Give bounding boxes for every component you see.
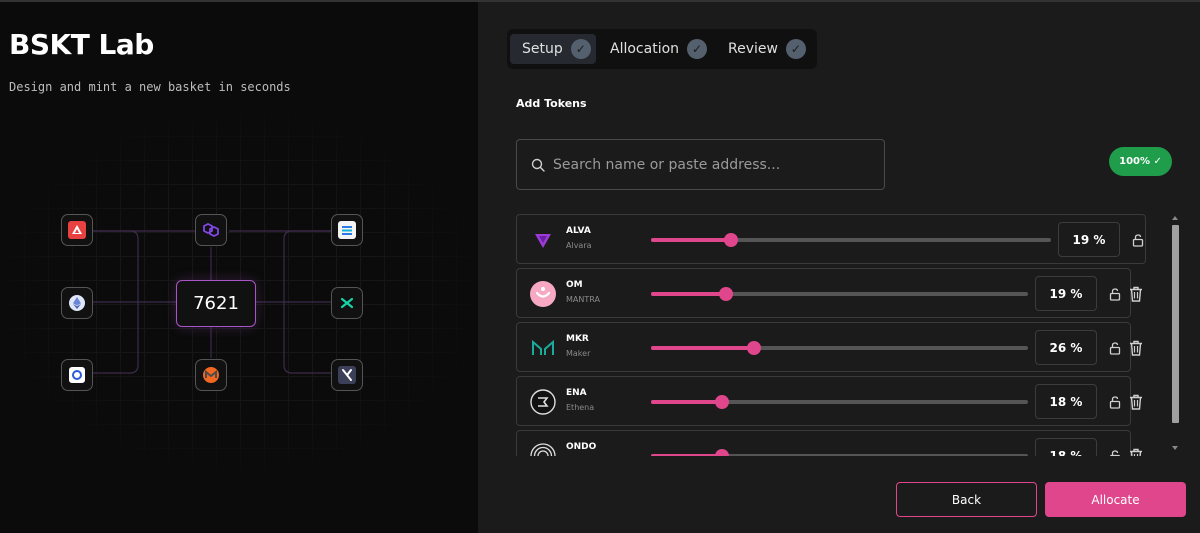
add-tokens-heading: Add Tokens [516,97,587,110]
slider-thumb[interactable] [747,341,762,355]
allocation-slider[interactable] [651,287,1028,301]
trash-icon[interactable] [1128,448,1144,456]
token-row: ONDO 18 % [516,430,1142,456]
token-symbol: MKR [566,334,589,344]
allocation-slider[interactable] [651,449,1028,456]
slider-fill [651,292,727,296]
step-allocation[interactable]: Allocation ✓ [610,34,715,64]
allocate-button[interactable]: Allocate [1045,482,1186,517]
scroll-down-arrow[interactable] [1172,446,1178,450]
unlock-icon[interactable] [1107,340,1123,356]
token-list-scrollbar[interactable] [1171,214,1180,454]
slider-fill [651,238,731,242]
token-search [516,139,885,190]
avalanche-icon [61,214,93,246]
slider-thumb[interactable] [715,449,730,456]
check-icon: ✓ [570,39,591,59]
search-input[interactable] [553,156,853,173]
token-row: MKR Maker 26 % [516,322,1142,372]
back-button[interactable]: Back [896,482,1037,517]
token-list: ALVA Alvara 19 % OM MANTRA 19 % MKR Maker 26 % EN… [516,210,1155,456]
allocation-percent-input[interactable]: 18 % [1035,384,1097,419]
token-row: ENA Ethena 18 % [516,376,1142,426]
scroll-up-arrow[interactable] [1172,216,1178,220]
trash-icon[interactable] [1128,340,1144,356]
allocation-percent-input[interactable]: 19 % [1035,276,1097,311]
mantra-icon [530,281,556,307]
search-icon [531,158,545,172]
ondo-icon [530,443,556,456]
solana-icon [331,214,363,246]
check-icon: ✓ [687,39,708,59]
slider-fill [651,346,755,350]
slider-fill [651,454,723,456]
unlock-icon[interactable] [1107,286,1123,302]
hero-panel: BSKT Lab Design and mint a new basket in… [0,2,478,533]
slider-thumb[interactable] [719,287,734,301]
token-symbol: ONDO [566,442,597,452]
ethena-icon [530,389,556,415]
polygon-icon [195,214,227,246]
alvara-icon [530,227,556,253]
token-name: Ethena [566,403,595,412]
stepper: Setup ✓ Allocation ✓ Review ✓ [507,29,817,69]
token-row: OM MANTRA 19 % [516,268,1142,318]
step-setup[interactable]: Setup ✓ [510,34,596,64]
step-label: Review [728,41,778,57]
connection-lines [93,230,331,374]
monero-icon [195,359,227,391]
token-name: Maker [566,349,591,358]
check-icon: ✓ [785,39,806,59]
step-review[interactable]: Review ✓ [728,34,813,64]
sui-icon [331,287,363,319]
token-name: MANTRA [566,295,600,304]
slider-thumb[interactable] [724,233,738,247]
unlock-icon[interactable] [1107,448,1123,456]
app-root: BSKT Lab Design and mint a new basket in… [0,0,1200,533]
token-row: ALVA Alvara 19 % [516,214,1146,264]
chainlink-icon [61,359,93,391]
slider-fill [651,400,723,404]
basket-form-panel: Setup ✓ Allocation ✓ Review ✓ Add Tokens… [478,2,1200,533]
ethereum-icon [61,287,93,319]
step-label: Setup [522,41,563,57]
allocation-slider[interactable] [651,341,1028,355]
basket-value-node: 7621 [176,280,256,327]
trash-icon[interactable] [1128,394,1144,410]
maker-icon [530,335,556,361]
token-symbol: OM [566,280,583,290]
unlock-icon[interactable] [1130,232,1146,248]
step-label: Allocation [610,41,680,57]
allocation-slider[interactable] [651,233,1051,247]
total-allocation-badge: 100% ✓ [1109,147,1172,176]
x-chain-icon [331,359,363,391]
slider-thumb[interactable] [715,395,730,409]
allocation-percent-input[interactable]: 18 % [1035,438,1097,456]
scroll-thumb[interactable] [1172,225,1179,423]
trash-icon[interactable] [1128,286,1144,302]
allocation-percent-input[interactable]: 26 % [1035,330,1097,365]
allocation-slider[interactable] [651,395,1028,409]
allocation-percent-input[interactable]: 19 % [1058,222,1120,257]
token-symbol: ENA [566,388,587,398]
unlock-icon[interactable] [1107,394,1123,410]
token-symbol: ALVA [566,226,591,236]
token-name: Alvara [566,241,592,250]
